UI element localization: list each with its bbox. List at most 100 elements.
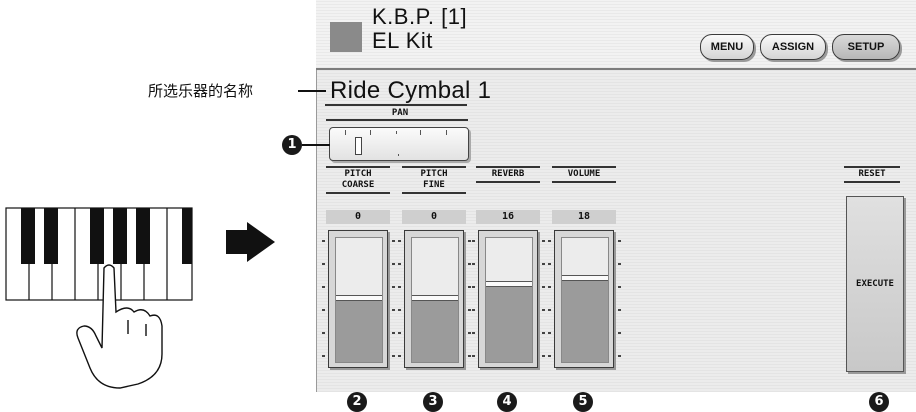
pan-tick: [370, 130, 371, 135]
arrow-icon: [226, 230, 248, 254]
callout-4: 4: [497, 392, 517, 412]
pan-tick: [345, 130, 346, 135]
pitch-coarse-value: 0: [326, 210, 390, 224]
scale-dot: [322, 355, 325, 357]
scale-dot: [468, 240, 471, 242]
callout-1-line: [302, 144, 330, 146]
scale-dot: [322, 263, 325, 265]
reset-underline: [844, 181, 900, 183]
pitch-fine-label-2: FINE: [423, 180, 445, 190]
slider-handle[interactable]: [486, 281, 532, 287]
scale-dot: [468, 309, 471, 311]
scale-dot: [398, 355, 401, 357]
reset-overline: [844, 166, 900, 168]
instrument-name: Ride Cymbal 1: [330, 77, 492, 104]
scale-dot: [472, 240, 475, 242]
pitch-fine-value: 0: [402, 210, 466, 224]
arrow-head-icon: [247, 222, 275, 262]
pan-label: PAN: [391, 108, 409, 118]
volume-slider[interactable]: [554, 230, 614, 368]
callout-5: 5: [573, 392, 593, 412]
callout-1: 1: [282, 135, 302, 155]
scale-dot: [542, 263, 545, 265]
callout-6: 6: [869, 392, 889, 412]
scale-dot: [618, 309, 621, 311]
pan-tick: [396, 131, 397, 134]
scale-dot: [468, 263, 471, 265]
volume-overline: [552, 166, 616, 168]
pitch-coarse-overline: [326, 166, 390, 168]
pan-slider[interactable]: [329, 127, 469, 161]
annotation-leader-line: [298, 90, 326, 92]
reverb-slider[interactable]: [478, 230, 538, 368]
volume-label: VOLUME: [567, 169, 601, 179]
slider-fill: [562, 278, 608, 362]
pitch-coarse-label-2: COARSE: [341, 180, 375, 190]
scale-dot: [542, 332, 545, 334]
scale-dot: [542, 286, 545, 288]
pitch-fine-overline: [402, 166, 466, 168]
slider-track: [335, 237, 383, 363]
assign-button[interactable]: ASSIGN: [760, 34, 826, 60]
pan-tick: [420, 130, 421, 135]
scale-dot: [472, 355, 475, 357]
pan-label-underline: [326, 119, 468, 121]
instrument-name-annotation: 所选乐器的名称: [148, 82, 254, 100]
slider-handle[interactable]: [412, 295, 458, 301]
scale-dot: [322, 240, 325, 242]
scale-dot: [398, 240, 401, 242]
scale-dot: [618, 332, 621, 334]
slider-handle[interactable]: [336, 295, 382, 301]
reverb-underline: [476, 181, 540, 183]
volume-underline: [552, 181, 616, 183]
keyboard-illustration: [5, 207, 193, 389]
pitch-fine-label-1: PITCH: [420, 169, 448, 179]
scale-dot: [472, 309, 475, 311]
scale-dot: [548, 309, 551, 311]
scale-dot: [472, 263, 475, 265]
scale-dot: [542, 355, 545, 357]
volume-value: 18: [552, 210, 616, 224]
scale-dot: [618, 240, 621, 242]
slider-fill: [486, 284, 532, 362]
scale-dot: [398, 332, 401, 334]
reverb-value: 16: [476, 210, 540, 224]
reverb-label: REVERB: [491, 169, 525, 179]
pan-knob[interactable]: [355, 137, 362, 155]
scale-dot: [548, 240, 551, 242]
title-line-2: EL Kit: [372, 28, 433, 53]
pan-center-mark: [398, 154, 399, 156]
callout-3: 3: [423, 392, 443, 412]
title-line-1: K.B.P. [1]: [372, 4, 468, 29]
scale-dot: [618, 286, 621, 288]
slider-handle[interactable]: [562, 275, 608, 281]
voice-color-swatch: [330, 22, 362, 52]
pitch-fine-underline: [402, 192, 466, 194]
scale-dot: [392, 240, 395, 242]
scale-dot: [322, 286, 325, 288]
scale-dot: [398, 263, 401, 265]
setup-button[interactable]: SETUP: [832, 34, 900, 60]
scale-dot: [398, 309, 401, 311]
scale-dot: [392, 263, 395, 265]
scale-dot: [542, 240, 545, 242]
scale-dot: [548, 286, 551, 288]
scale-dot: [618, 355, 621, 357]
scale-dot: [468, 332, 471, 334]
scale-dot: [322, 332, 325, 334]
scale-dot: [392, 286, 395, 288]
pitch-fine-slider[interactable]: [404, 230, 464, 368]
scale-dot: [398, 286, 401, 288]
execute-button[interactable]: EXECUTE: [846, 196, 904, 372]
pitch-coarse-underline: [326, 192, 390, 194]
scale-dot: [618, 263, 621, 265]
menu-button[interactable]: MENU: [700, 34, 754, 60]
scale-dot: [548, 332, 551, 334]
scale-dot: [542, 309, 545, 311]
slider-track: [561, 237, 609, 363]
scale-dot: [468, 355, 471, 357]
scale-dot: [548, 355, 551, 357]
pitch-coarse-slider[interactable]: [328, 230, 388, 368]
scale-dot: [548, 263, 551, 265]
reverb-overline: [476, 166, 540, 168]
